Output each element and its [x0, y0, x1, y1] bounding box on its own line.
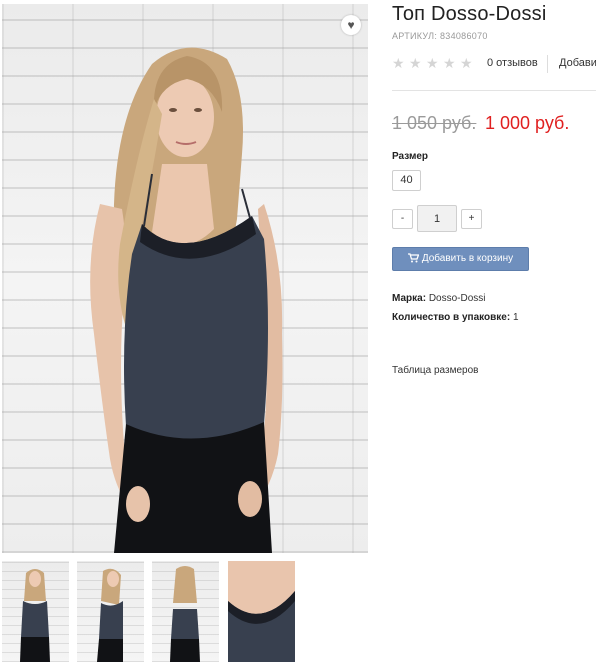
quantity-increase-button[interactable]: +	[461, 209, 482, 229]
size-label: Размер	[392, 151, 429, 162]
wishlist-heart-icon[interactable]: ♥	[341, 15, 361, 35]
star-icon[interactable]: ★	[426, 55, 439, 71]
add-to-cart-button[interactable]: Добавить в корзину	[392, 247, 529, 271]
star-icon[interactable]: ★	[409, 55, 422, 71]
thumbnail-side-image	[97, 568, 123, 662]
product-title: Топ Dosso-Dossi	[392, 3, 547, 25]
spec-brand: Марка: Dosso-Dossi	[392, 293, 486, 304]
thumbnail-side[interactable]	[77, 561, 144, 662]
rating-divider	[547, 55, 548, 73]
spec-brand-label: Марка:	[392, 293, 427, 304]
old-price: 1 050 руб.	[392, 113, 477, 133]
thumbnail-back-image	[170, 566, 200, 662]
star-icon[interactable]: ★	[443, 55, 456, 71]
spec-pack-label: Количество в упаковке:	[392, 312, 511, 323]
product-main-image[interactable]: ♥	[2, 4, 368, 553]
spec-brand-value: Dosso-Dossi	[428, 293, 486, 304]
rating-row: ★ ★ ★ ★ ★ 0 отзывов Добави	[392, 55, 596, 73]
add-to-cart-label: Добавить в корзину	[421, 253, 514, 264]
thumbnail-front-image	[20, 569, 50, 662]
cart-icon	[407, 253, 419, 263]
thumbnail-back[interactable]	[152, 561, 219, 662]
section-divider	[392, 90, 596, 91]
quantity-decrease-button[interactable]: -	[392, 209, 413, 229]
thumbnail-detail[interactable]	[228, 561, 295, 662]
star-icon[interactable]: ★	[392, 55, 405, 71]
size-option-40[interactable]: 40	[392, 170, 421, 191]
size-table-link[interactable]: Таблица размеров	[392, 365, 478, 376]
reviews-count-link[interactable]: 0 отзывов	[487, 57, 538, 69]
sku-label: АРТИКУЛ:	[392, 31, 438, 41]
add-review-link[interactable]: Добави	[559, 57, 596, 69]
thumbnail-front[interactable]	[2, 561, 69, 662]
spec-pack-value: 1	[512, 312, 519, 323]
current-price: 1 000 руб.	[485, 113, 570, 133]
sku-value: 834086070	[439, 31, 488, 41]
star-icon[interactable]: ★	[460, 55, 473, 71]
spec-pack-quantity: Количество в упаковке: 1	[392, 312, 519, 323]
sku-line: АРТИКУЛ: 834086070	[392, 31, 488, 41]
quantity-input[interactable]	[417, 205, 457, 232]
thumbnail-detail-image	[228, 561, 295, 662]
model-photo	[90, 47, 283, 553]
